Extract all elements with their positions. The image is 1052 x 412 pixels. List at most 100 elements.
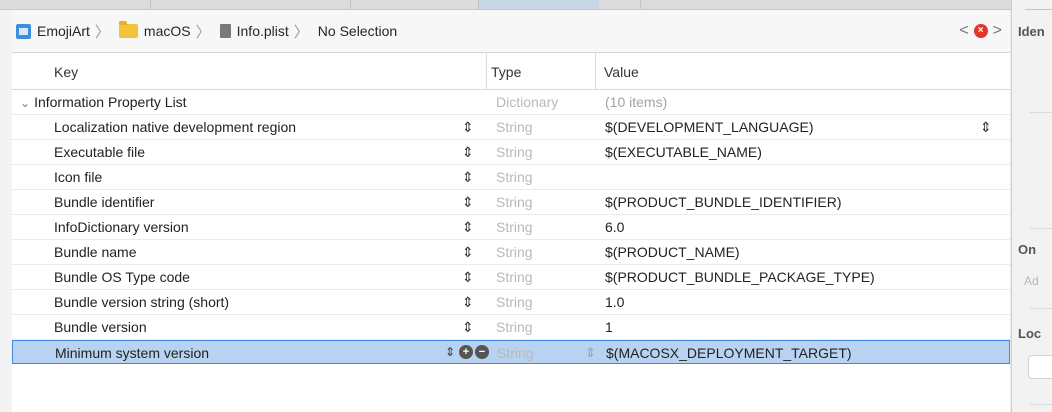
row-key[interactable]: Minimum system version: [55, 345, 209, 361]
table-row[interactable]: Executable file ⇕ String $(EXECUTABLE_NA…: [12, 140, 1010, 165]
plist-file-icon: [219, 24, 231, 38]
row-type[interactable]: String: [496, 119, 533, 135]
table-row[interactable]: Bundle name ⇕ String $(PRODUCT_NAME): [12, 240, 1010, 265]
tab-infoplist-active[interactable]: [478, 0, 599, 9]
remove-row-icon[interactable]: −: [475, 345, 489, 359]
table-row[interactable]: InfoDictionary version ⇕ String 6.0: [12, 215, 1010, 240]
row-key[interactable]: Bundle OS Type code: [54, 269, 190, 285]
root-key-label: Information Property List: [34, 94, 187, 110]
divider: [1030, 112, 1052, 113]
row-type[interactable]: String: [496, 144, 533, 160]
row-type[interactable]: String: [496, 244, 533, 260]
tag-input[interactable]: Ad: [1024, 274, 1039, 288]
key-stepper-icon[interactable]: ⇕: [462, 142, 474, 162]
key-stepper-icon[interactable]: ⇕: [462, 167, 474, 187]
key-stepper-icon[interactable]: ⇕: [462, 317, 474, 337]
identity-section-label: Iden: [1018, 24, 1045, 39]
row-value[interactable]: 1.0: [605, 294, 624, 310]
crumb-folder-label: macOS: [143, 23, 191, 39]
key-stepper-icon[interactable]: ⇕: [462, 242, 474, 262]
type-stepper-icon[interactable]: ⇕: [585, 343, 596, 363]
crumb-project-label: EmojiArt: [37, 23, 90, 39]
row-type[interactable]: String: [496, 269, 533, 285]
table-row[interactable]: Localization native development region ⇕…: [12, 115, 1010, 140]
table-row[interactable]: Bundle identifier ⇕ String $(PRODUCT_BUN…: [12, 190, 1010, 215]
row-type[interactable]: String: [496, 169, 533, 185]
table-row[interactable]: Bundle version ⇕ String 1: [12, 315, 1010, 340]
row-type[interactable]: String: [496, 294, 533, 310]
column-header: Key Type Value: [12, 53, 1010, 90]
column-key[interactable]: Key: [54, 64, 78, 80]
column-type[interactable]: Type: [491, 64, 521, 80]
back-arrow-icon[interactable]: <: [959, 22, 968, 40]
chevron-right-icon: 〉: [195, 23, 211, 41]
key-stepper-icon[interactable]: ⇕: [443, 345, 457, 359]
key-stepper-icon[interactable]: ⇕: [462, 217, 474, 237]
row-value[interactable]: $(MACOSX_DEPLOYMENT_TARGET): [606, 345, 852, 361]
plist-editor: Key Type Value ⌄ Information Property Lis…: [12, 53, 1010, 412]
row-key[interactable]: Bundle version: [54, 319, 147, 335]
forward-arrow-icon[interactable]: >: [993, 22, 1002, 40]
column-value[interactable]: Value: [604, 64, 639, 80]
root-type: Dictionary: [496, 94, 559, 110]
crumb-selection[interactable]: No Selection: [318, 23, 397, 39]
row-value[interactable]: 1: [605, 319, 613, 335]
row-key[interactable]: Bundle identifier: [54, 194, 154, 210]
divider: [1030, 404, 1052, 405]
table-row-selected[interactable]: Minimum system version ⇕ + − String ⇕ $(…: [12, 340, 1010, 364]
row-type[interactable]: String: [497, 345, 534, 361]
tab-appdelegate[interactable]: [150, 0, 351, 9]
table-row[interactable]: Bundle OS Type code ⇕ String $(PRODUCT_B…: [12, 265, 1010, 290]
app-project-icon: [16, 23, 31, 39]
add-row-icon[interactable]: +: [459, 345, 473, 359]
crumb-file[interactable]: Info.plist 〉: [219, 21, 314, 42]
row-actions: ⇕ + −: [443, 345, 489, 359]
jump-bar: EmojiArt 〉 macOS 〉 Info.plist 〉 No Selec…: [12, 10, 1010, 53]
plist-rows: ⌄ Information Property List Dictionary (1…: [12, 90, 1010, 364]
row-key[interactable]: Executable file: [54, 144, 145, 160]
row-value[interactable]: $(PRODUCT_BUNDLE_PACKAGE_TYPE): [605, 269, 875, 285]
column-divider[interactable]: [595, 53, 596, 89]
row-type[interactable]: String: [496, 194, 533, 210]
key-stepper-icon[interactable]: ⇕: [462, 267, 474, 287]
inspector-toolbar[interactable]: [1025, 0, 1052, 10]
key-stepper-icon[interactable]: ⇕: [462, 117, 474, 137]
row-type[interactable]: String: [496, 219, 533, 235]
crumb-folder[interactable]: macOS 〉: [118, 21, 216, 42]
table-row[interactable]: Icon file ⇕ String: [12, 165, 1010, 190]
crumb-file-label: Info.plist: [236, 23, 289, 39]
row-value[interactable]: $(PRODUCT_BUNDLE_IDENTIFIER): [605, 194, 841, 210]
tab-infoplist[interactable]: [350, 0, 451, 9]
localization-field[interactable]: [1028, 355, 1052, 379]
row-value[interactable]: $(DEVELOPMENT_LANGUAGE): [605, 119, 814, 135]
row-key[interactable]: InfoDictionary version: [54, 219, 189, 235]
chevron-right-icon: 〉: [293, 23, 309, 41]
localization-section-label: Loc: [1018, 326, 1042, 341]
row-value[interactable]: $(PRODUCT_NAME): [605, 244, 740, 260]
key-stepper-icon[interactable]: ⇕: [462, 192, 474, 212]
chevron-right-icon: 〉: [94, 23, 110, 41]
on-demand-section-label: On: [1018, 242, 1037, 257]
row-key[interactable]: Icon file: [54, 169, 102, 185]
disclosure-chevron-icon[interactable]: ⌄: [20, 96, 30, 110]
crumb-selection-label: No Selection: [317, 23, 398, 39]
root-row[interactable]: ⌄ Information Property List Dictionary (1…: [12, 90, 1010, 115]
row-value[interactable]: 6.0: [605, 219, 624, 235]
crumb-project[interactable]: EmojiArt 〉: [16, 21, 115, 42]
row-type[interactable]: String: [496, 319, 533, 335]
divider: [1030, 308, 1052, 309]
tab-strip: [0, 0, 1012, 10]
row-value[interactable]: $(EXECUTABLE_NAME): [605, 144, 762, 160]
row-key[interactable]: Bundle version string (short): [54, 294, 229, 310]
folder-icon: [118, 21, 138, 38]
value-stepper-icon[interactable]: ⇕: [980, 117, 992, 137]
row-key[interactable]: Bundle name: [54, 244, 137, 260]
tab-document[interactable]: [640, 0, 841, 9]
row-key[interactable]: Localization native development region: [54, 119, 296, 135]
inspector-panel: Iden On Ad Loc: [1011, 0, 1052, 412]
table-row[interactable]: Bundle version string (short) ⇕ String 1…: [12, 290, 1010, 315]
column-divider[interactable]: [486, 53, 487, 89]
divider: [1030, 228, 1052, 229]
error-icon[interactable]: ×: [973, 24, 988, 38]
key-stepper-icon[interactable]: ⇕: [462, 292, 474, 312]
